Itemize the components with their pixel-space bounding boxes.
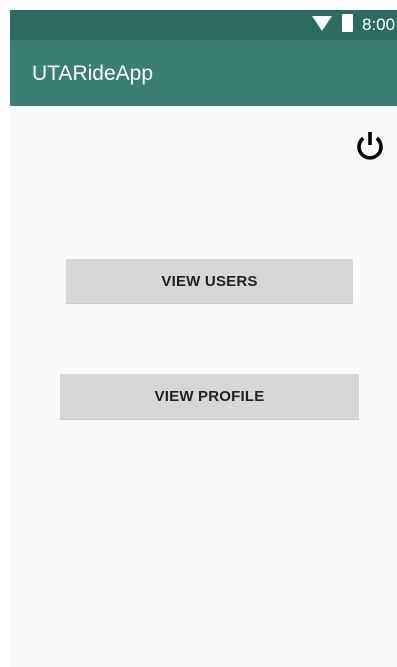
view-profile-button[interactable]: VIEW PROFILE (60, 374, 359, 420)
status-time: 8:00 (362, 15, 396, 34)
view-users-button[interactable]: VIEW USERS (66, 259, 353, 304)
status-bar: 8:00 (10, 10, 397, 40)
app-bar: UTARideApp (10, 40, 397, 106)
phone-screen: 8:00 UTARideApp VIEW USERS VIEW PROFILE (10, 10, 397, 667)
battery-icon (342, 14, 353, 32)
power-icon (357, 132, 383, 160)
app-title: UTARideApp (32, 62, 153, 85)
power-button[interactable] (350, 126, 390, 166)
wifi-icon (312, 16, 332, 31)
